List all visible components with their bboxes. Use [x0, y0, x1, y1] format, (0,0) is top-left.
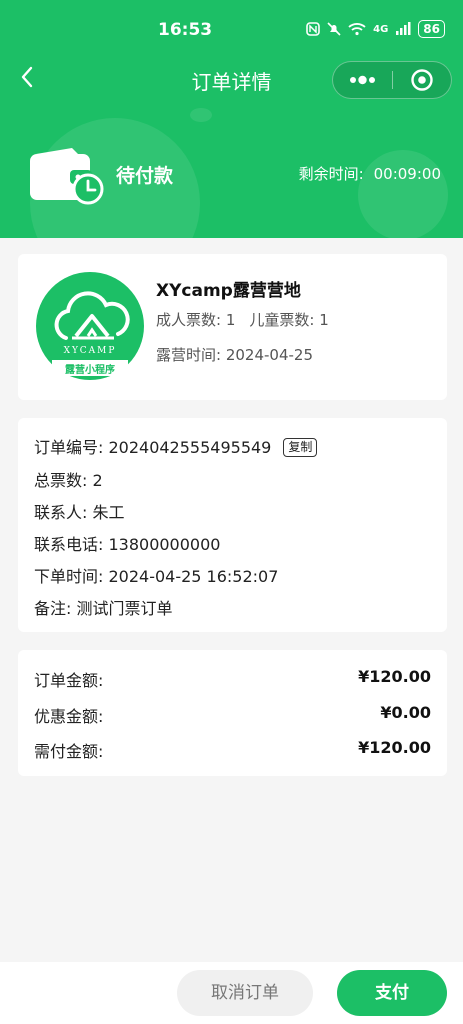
amount-label: 优惠金额: — [34, 707, 104, 726]
nfc-icon — [306, 22, 320, 36]
network-label: 4G — [373, 23, 389, 35]
copy-button[interactable]: 复制 — [283, 438, 318, 457]
mute-icon — [327, 22, 341, 36]
signal-icon — [396, 22, 411, 35]
pay-button[interactable]: 支付 — [337, 970, 447, 1016]
order-details-card: 订单编号: 2024042555495549 复制 总票数: 2 联系人: 朱工 … — [18, 418, 447, 632]
contact-phone: 联系电话: 13800000000 — [34, 535, 221, 554]
order-number: 订单编号: 2024042555495549 — [34, 438, 272, 457]
nav-bar: 订单详情 — [0, 56, 463, 106]
header: 16:53 4G 86 订单详情 待付款 剩余时间: 00:09:00 — [0, 0, 463, 238]
wallet-clock-icon — [30, 148, 104, 205]
target-circle-icon — [411, 69, 433, 91]
order-remark: 备注: 测试门票订单 — [34, 599, 173, 618]
amount-row-payable: 需付金额: ¥120.00 — [34, 738, 431, 762]
status-label: 待付款 — [116, 165, 174, 187]
close-miniprogram-button[interactable] — [393, 62, 451, 98]
status-time: 16:53 — [158, 20, 213, 40]
amount-value: ¥0.00 — [380, 703, 431, 722]
cancel-order-button[interactable]: 取消订单 — [177, 970, 313, 1016]
order-time: 下单时间: 2024-04-25 16:52:07 — [34, 567, 279, 586]
more-button[interactable] — [333, 62, 392, 98]
remaining-time-label: 剩余时间: — [298, 165, 364, 183]
child-ticket-count: 儿童票数: 1 — [249, 311, 329, 329]
remaining-time: 剩余时间: 00:09:00 — [299, 163, 441, 184]
more-dots-icon — [350, 75, 375, 85]
total-tickets: 总票数: 2 — [34, 471, 103, 490]
amount-label: 需付金额: — [34, 742, 104, 761]
system-status-bar: 16:53 4G 86 — [0, 18, 463, 46]
amount-card: 订单金额: ¥120.00 优惠金额: ¥0.00 需付金额: ¥120.00 — [18, 650, 447, 776]
order-status-area: 待付款 剩余时间: 00:09:00 — [0, 140, 463, 210]
amount-row-order: 订单金额: ¥120.00 — [34, 667, 431, 691]
amount-value: ¥120.00 — [358, 667, 431, 686]
amount-label: 订单金额: — [34, 671, 104, 690]
ticket-counts: 成人票数: 1 儿童票数: 1 — [156, 309, 329, 330]
order-number-row: 订单编号: 2024042555495549 复制 — [34, 434, 318, 458]
logo-text-bottom: 露营小程序 — [65, 365, 115, 376]
system-icons: 4G 86 — [306, 20, 445, 38]
contact-person: 联系人: 朱工 — [34, 503, 125, 522]
adult-ticket-count: 成人票数: 1 — [156, 311, 236, 329]
wifi-icon — [348, 23, 366, 36]
camp-time: 露营时间: 2024-04-25 — [156, 346, 313, 364]
decor-bubble — [190, 108, 212, 122]
remaining-time-value: 00:09:00 — [373, 165, 441, 183]
camp-card: XYCAMP 露营小程序 XYcamp露营营地 成人票数: 1 儿童票数: 1 露… — [18, 254, 447, 400]
amount-value: ¥120.00 — [358, 738, 431, 757]
bottom-action-bar: 取消订单 支付 — [0, 962, 463, 1024]
camp-name: XYcamp露营营地 — [156, 281, 301, 301]
logo-text-top: XYCAMP — [63, 346, 117, 356]
camp-logo: XYCAMP 露营小程序 — [36, 272, 144, 380]
battery-level: 86 — [418, 20, 445, 38]
amount-row-discount: 优惠金额: ¥0.00 — [34, 703, 431, 727]
miniprogram-capsule — [332, 61, 452, 99]
